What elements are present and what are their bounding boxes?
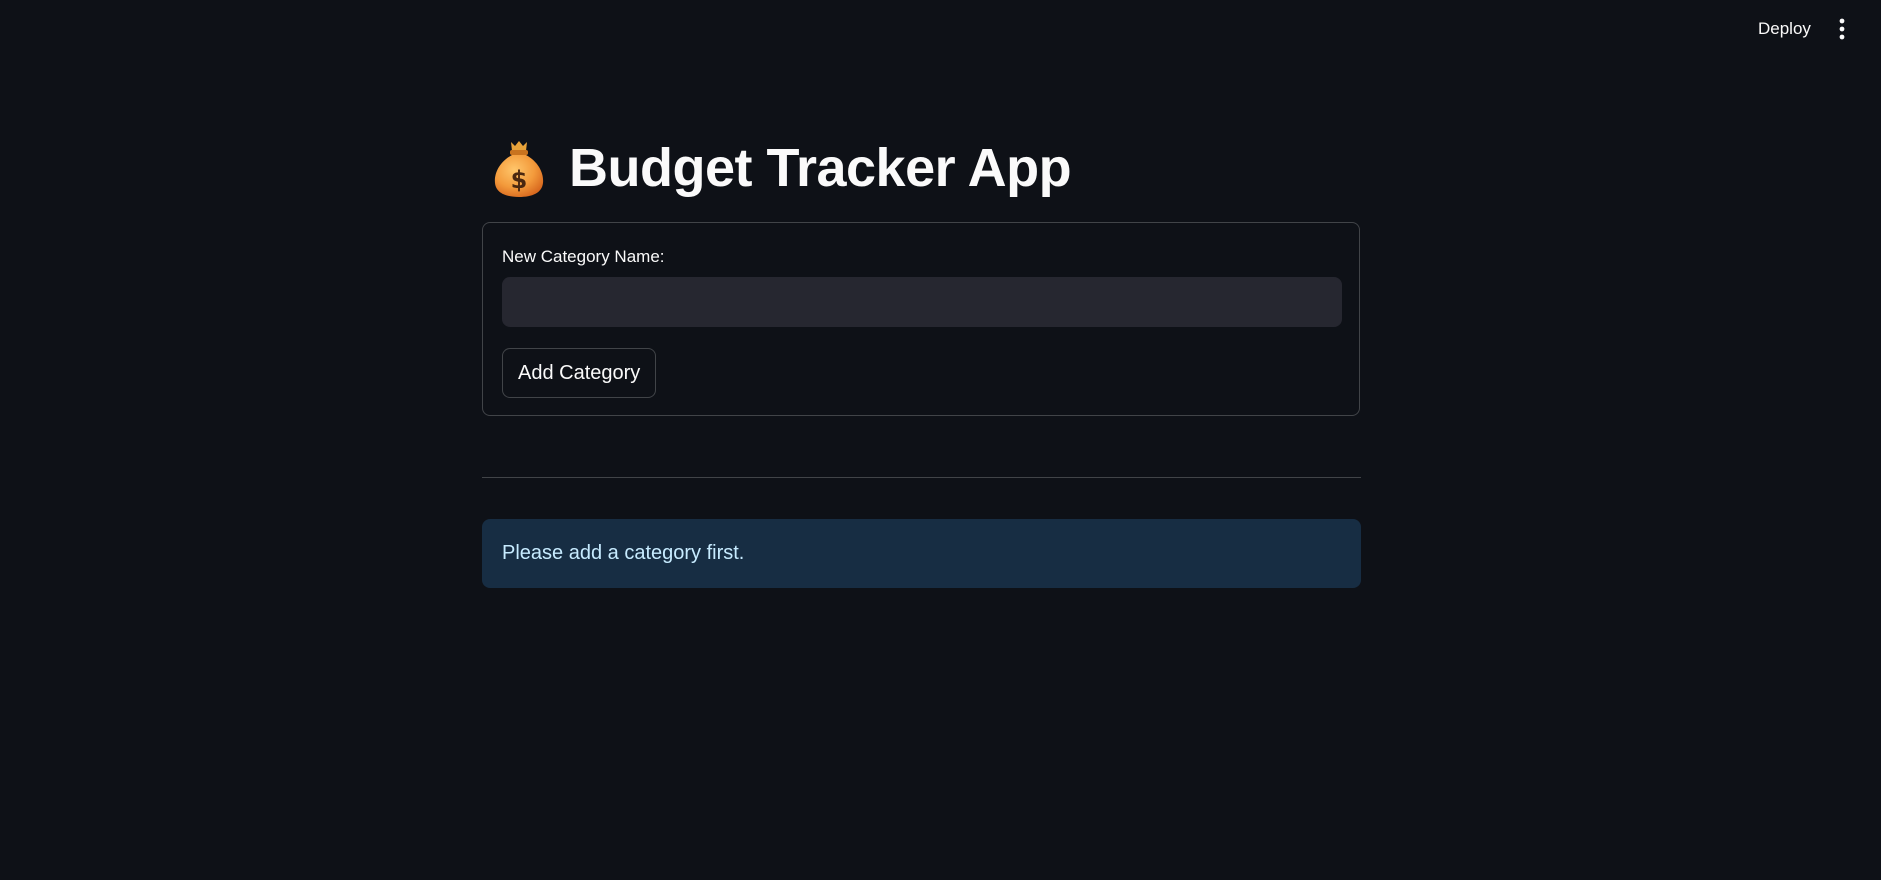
svg-text:$: $	[511, 166, 528, 194]
info-alert: Please add a category first.	[482, 519, 1361, 588]
info-alert-message: Please add a category first.	[502, 542, 745, 564]
category-name-label: New Category Name:	[502, 247, 665, 266]
vertical-dots-icon	[1839, 18, 1845, 40]
category-name-input[interactable]	[502, 277, 1342, 327]
add-category-form: New Category Name: Add Category	[482, 222, 1360, 416]
money-bag-icon: $	[494, 141, 544, 197]
app-header: Deploy	[0, 0, 1881, 58]
main-menu-button[interactable]	[1830, 14, 1854, 44]
page-title: $ Budget Tracker App	[491, 130, 1072, 206]
divider	[482, 477, 1361, 478]
add-category-button[interactable]: Add Category	[502, 348, 657, 398]
deploy-button[interactable]: Deploy	[1748, 16, 1821, 42]
title-text: Budget Tracker App	[569, 138, 1072, 198]
